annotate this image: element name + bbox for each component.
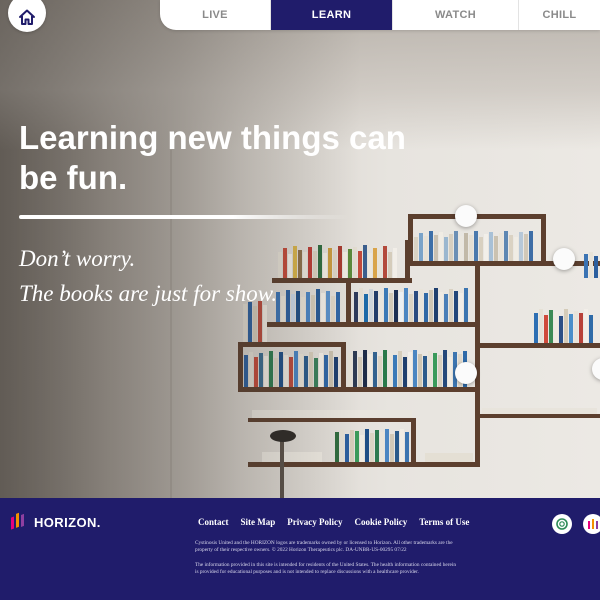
- tab-learn[interactable]: LEARN: [271, 0, 393, 30]
- headline-divider: [19, 215, 349, 219]
- footer-link-contact[interactable]: Contact: [198, 517, 229, 527]
- footer: HORIZON. Contact Site Map Privacy Policy…: [0, 498, 600, 600]
- footer-link-terms-of-use[interactable]: Terms of Use: [419, 517, 469, 527]
- footer-link-privacy-policy[interactable]: Privacy Policy: [287, 517, 342, 527]
- legal-disclaimer-text: The information provided in this site is…: [195, 562, 457, 575]
- top-nav-tabs: LIVE LEARN WATCH CHILL: [160, 0, 600, 30]
- page-headline: Learning new things can be fun.: [19, 119, 406, 196]
- horizon-logo[interactable]: HORIZON.: [10, 510, 101, 534]
- logo-text: HORIZON.: [34, 514, 101, 530]
- legal-trademark-text: Cystinosis United and the HORIZON logos …: [195, 540, 453, 553]
- hotspot-shelf-middle[interactable]: [455, 362, 477, 384]
- horizon-logo-icon: [11, 512, 24, 530]
- tab-watch[interactable]: WATCH: [393, 0, 519, 30]
- circle-badge-icon: [556, 518, 568, 530]
- tagline-line-1: Don’t worry.: [19, 246, 136, 271]
- home-icon: [19, 9, 35, 25]
- horizon-badge[interactable]: [583, 514, 600, 534]
- horizon-mark-icon: [588, 519, 598, 529]
- hotspot-shelf-top[interactable]: [455, 205, 477, 227]
- footer-link-cookie-policy[interactable]: Cookie Policy: [354, 517, 407, 527]
- accessibility-badge[interactable]: [552, 514, 572, 534]
- footer-link-site-map[interactable]: Site Map: [241, 517, 276, 527]
- tagline-line-2: The books are just for show.: [19, 281, 278, 306]
- tab-chill[interactable]: CHILL: [519, 0, 600, 30]
- footer-links: Contact Site Map Privacy Policy Cookie P…: [198, 517, 481, 527]
- hotspot-shelf-right[interactable]: [553, 248, 575, 270]
- tab-live[interactable]: LIVE: [160, 0, 271, 30]
